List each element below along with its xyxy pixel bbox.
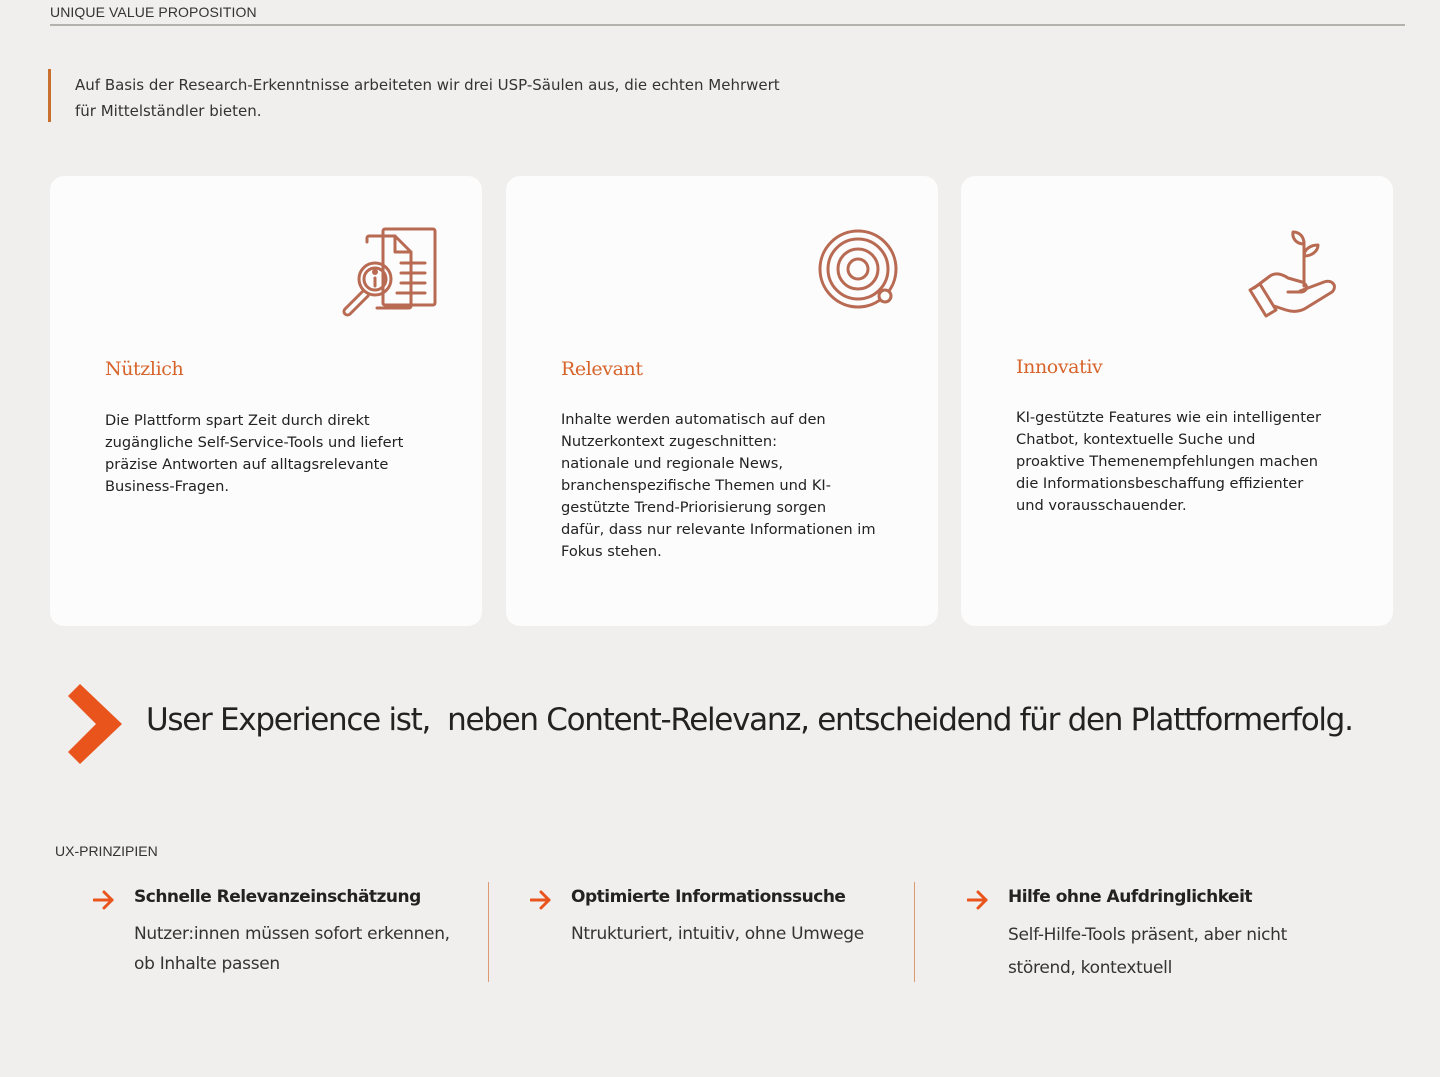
arrow-right-icon	[530, 890, 551, 910]
divider	[488, 882, 489, 982]
card-text-line: nationale und regionale News,	[561, 455, 784, 472]
principle-title: Schnelle Relevanzeinschätzung	[134, 887, 421, 907]
hand-plant-icon	[1248, 230, 1336, 318]
principle-text-line: Self-Hilfe-Tools präsent, aber nicht	[1008, 925, 1287, 945]
principle-text: Ntrukturiert, intuitiv, ohne Umwege	[571, 919, 864, 949]
card-title: Nützlich	[105, 358, 184, 380]
principle-text-line: Ntrukturiert, intuitiv, ohne Umwege	[571, 924, 864, 944]
card-text: Die Plattform spart Zeit durch direkt zu…	[105, 410, 450, 498]
card-title: Innovativ	[1016, 356, 1103, 378]
card-text: KI-gestützte Features wie ein intelligen…	[1016, 407, 1361, 517]
document-search-icon	[342, 227, 437, 317]
card-text-line: Chatbot, kontextuelle Suche und	[1016, 431, 1256, 448]
card-text-line: KI-gestützte Features wie ein intelligen…	[1016, 409, 1321, 426]
card-text-line: Die Plattform spart Zeit durch direkt	[105, 412, 370, 429]
arrow-right-icon	[93, 890, 114, 910]
usp-card-innovativ: Innovativ KI-gestützte Features wie ein …	[961, 176, 1393, 626]
ux-label: UX-PRINZIPIEN	[55, 843, 158, 859]
section-label: UNIQUE VALUE PROPOSITION	[50, 4, 257, 20]
card-text-line: Inhalte werden automatisch auf den	[561, 411, 826, 428]
card-text-line: zugängliche Self-Service-Tools und liefe…	[105, 434, 404, 451]
card-title: Relevant	[561, 358, 643, 380]
intro-line: Auf Basis der Research-Erkenntnisse arbe…	[75, 76, 780, 94]
divider	[914, 882, 915, 982]
target-icon	[818, 229, 898, 309]
intro-line: für Mittelständler bieten.	[75, 102, 262, 120]
headline: User Experience ist, neben Content-Relev…	[146, 702, 1354, 738]
card-text-line: die Informationsbeschaffung effizienter	[1016, 475, 1304, 492]
card-text-line: und vorausschauender.	[1016, 497, 1187, 514]
section-rule	[50, 24, 1405, 26]
card-text-line: proaktive Themenempfehlungen machen	[1016, 453, 1319, 470]
principle-text-line: Nutzer:innen müssen sofort erkennen,	[134, 924, 450, 944]
principle-title: Optimierte Informationssuche	[571, 887, 846, 907]
card-text-line: dafür, dass nur relevante Informationen …	[561, 521, 876, 538]
principle-text: Self-Hilfe-Tools präsent, aber nicht stö…	[1008, 919, 1287, 985]
chevron-right-icon	[68, 684, 122, 764]
card-text: Inhalte werden automatisch auf den Nutze…	[561, 409, 906, 563]
card-text-line: Business-Fragen.	[105, 478, 230, 495]
arrow-right-icon	[967, 890, 988, 910]
principle-text-line: ob Inhalte passen	[134, 954, 280, 974]
card-text-line: präzise Antworten auf alltagsrelevante	[105, 456, 389, 473]
principle-text-line: störend, kontextuell	[1008, 958, 1173, 978]
principle-text: Nutzer:innen müssen sofort erkennen, ob …	[134, 919, 450, 979]
card-text-line: Nutzerkontext zugeschnitten:	[561, 433, 777, 450]
card-text-line: branchenspezifische Themen und KI-	[561, 477, 831, 494]
usp-card-relevant: Relevant Inhalte werden automatisch auf …	[506, 176, 938, 626]
intro-quote: Auf Basis der Research-Erkenntnisse arbe…	[48, 69, 788, 122]
usp-card-nuetzlich: Nützlich Die Plattform spart Zeit durch …	[50, 176, 482, 626]
card-text-line: gestützte Trend-Priorisierung sorgen	[561, 499, 827, 516]
card-text-line: Fokus stehen.	[561, 543, 662, 560]
principle-title: Hilfe ohne Aufdringlichkeit	[1008, 887, 1253, 907]
